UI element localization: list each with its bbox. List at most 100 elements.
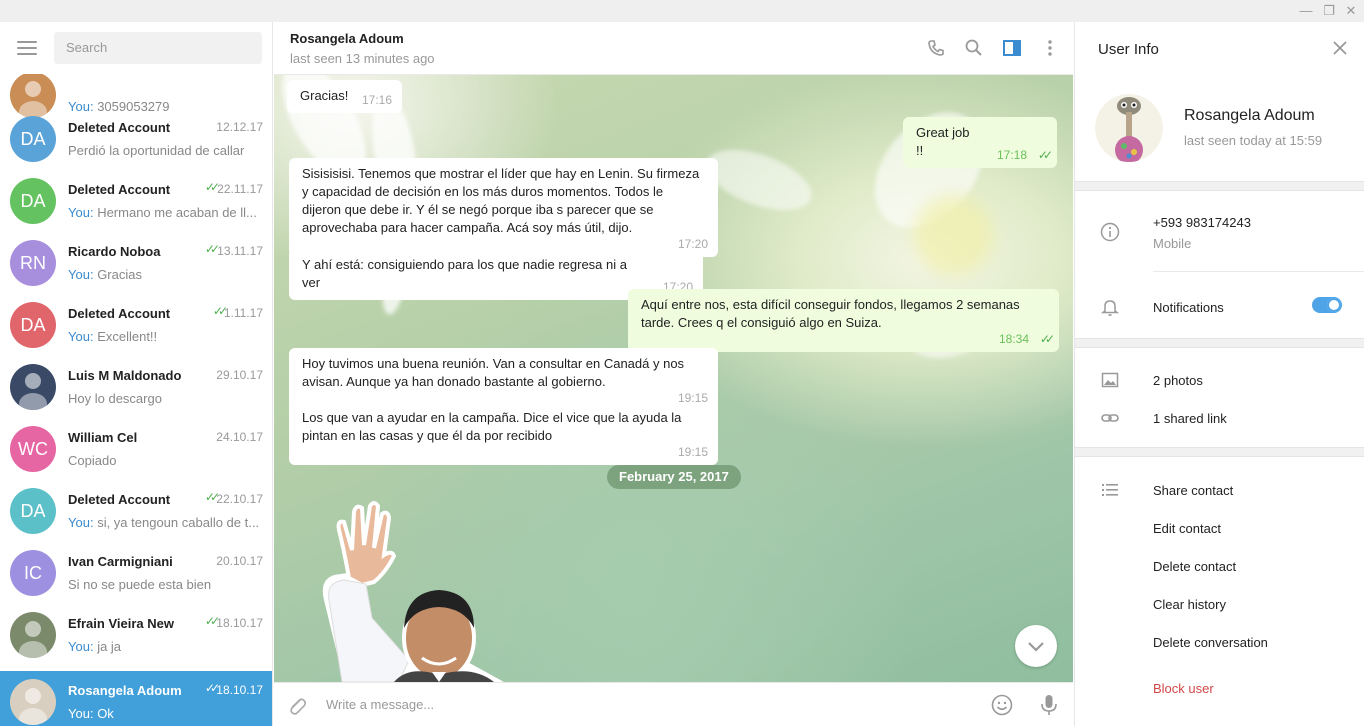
section-separator: [1075, 338, 1364, 348]
chat-preview: Hoy lo descargo: [68, 391, 263, 406]
outgoing-message[interactable]: Great job !! 17:18 ✓✓: [903, 117, 1057, 168]
preview-text: si, ya tengoun caballo de t...: [97, 515, 260, 530]
preview-text: Perdió la oportunidad de callar: [68, 143, 245, 158]
phone-type-label: Mobile: [1153, 236, 1192, 251]
message-time: 18:34: [998, 332, 1029, 346]
chat-date: 18.10.17: [216, 683, 263, 697]
scroll-down-button[interactable]: [1015, 625, 1057, 667]
restore-button[interactable]: ❐: [1321, 3, 1337, 19]
left-header: Search: [0, 22, 272, 74]
chat-list-item[interactable]: IC Ivan Carmigniani 20.10.17 Si no se puede…: [0, 542, 272, 604]
chat-name: Deleted Account: [68, 492, 171, 507]
chat-list-item[interactable]: Luis M Maldonado 29.10.17 Hoy lo descargo: [0, 356, 272, 418]
share-contact-button[interactable]: Share contact: [1153, 483, 1233, 498]
profile-name: Rosangela Adoum: [1184, 107, 1315, 124]
chat-preview: Copiado: [68, 453, 263, 468]
chat-list-item[interactable]: Rosangela Adoum 18.10.17 ✓✓ You: Ok: [0, 671, 272, 726]
list-icon: [1102, 484, 1118, 496]
chat-preview: You: si, ya tengoun caballo de t...: [68, 515, 263, 530]
shared-links[interactable]: 1 shared link: [1153, 411, 1227, 426]
photo-icon: [1101, 372, 1119, 388]
search-input[interactable]: Search: [54, 32, 262, 64]
chat-preview: You: Hermano me acaban de ll...: [68, 205, 263, 220]
chat-list-item[interactable]: DA Deleted Account 1.11.17 ✓✓ You: Excellent…: [0, 294, 272, 356]
chat-title[interactable]: Rosangela Adoum: [290, 31, 404, 46]
preview-text: Gracias: [97, 267, 142, 282]
preview-sender: You:: [68, 329, 94, 344]
chat-date: 12.12.17: [216, 120, 263, 134]
message-text: Sisisisisi. Tenemos que mostrar el líder…: [302, 166, 700, 235]
ostrich-avatar-image: [1095, 94, 1163, 162]
incoming-message[interactable]: Gracias! 17:16: [287, 80, 402, 113]
minimize-button[interactable]: —: [1298, 3, 1314, 19]
search-icon[interactable]: [964, 38, 984, 58]
close-icon: ✕: [1345, 3, 1357, 18]
message-text: Great job !!: [916, 125, 970, 158]
chat-preview: You: Excellent!!: [68, 329, 263, 344]
bell-icon: [1100, 300, 1120, 316]
avatar: [10, 612, 56, 658]
link-icon: [1101, 414, 1119, 422]
message-composer: Write a message...: [274, 682, 1073, 726]
message-text: Hoy tuvimos una buena reunión. Van a con…: [302, 356, 685, 389]
chat-name: Efrain Vieira New: [68, 616, 174, 631]
avatar: [10, 364, 56, 410]
chat-list-item[interactable]: WC William Cel 24.10.17 Copiado: [0, 418, 272, 480]
delete-contact-button[interactable]: Delete contact: [1153, 559, 1236, 574]
chat-list-item[interactable]: DA Deleted Account 22.11.17 ✓✓ You: Hermano …: [0, 170, 272, 232]
preview-sender: You:: [68, 267, 94, 282]
chevron-down-icon: [1028, 642, 1044, 652]
message-text: Aquí entre nos, esta difícil conseguir f…: [641, 297, 1020, 330]
user-info-panel: User Info Rosangela Adoum last seen toda…: [1074, 22, 1364, 726]
outgoing-message[interactable]: Aquí entre nos, esta difícil conseguir f…: [628, 289, 1059, 352]
phone-number[interactable]: +593 983174243: [1153, 215, 1251, 230]
chat-date: 20.10.17: [216, 554, 263, 568]
chat-name: Deleted Account: [68, 182, 171, 197]
shared-photos[interactable]: 2 photos: [1153, 373, 1203, 388]
chat-list-item[interactable]: RN Ricardo Noboa 13.11.17 ✓✓ You: Gracias: [0, 232, 272, 294]
section-separator: [1075, 181, 1364, 191]
avatar: [10, 679, 56, 725]
sidebar-toggle-icon[interactable]: [1002, 38, 1022, 58]
incoming-message[interactable]: Sisisisisi. Tenemos que mostrar el líder…: [289, 158, 718, 257]
preview-sender: You:: [68, 706, 94, 721]
restore-icon: ❐: [1323, 3, 1335, 18]
close-window-button[interactable]: ✕: [1343, 3, 1359, 19]
read-check-icon: ✓✓: [204, 490, 220, 504]
chat-list-item[interactable]: DA Deleted Account 12.12.17 Perdió la oport…: [0, 108, 272, 170]
incoming-message[interactable]: Los que van a ayudar en la campaña. Dice…: [289, 402, 718, 465]
notifications-label: Notifications: [1153, 300, 1224, 315]
preview-sender: You:: [68, 515, 94, 530]
message-area[interactable]: Gracias! 17:16 Great job !! 17:18 ✓✓ Sisisisi…: [274, 75, 1073, 682]
chat-preview: Perdió la oportunidad de callar: [68, 143, 263, 158]
preview-sender: You:: [68, 639, 94, 654]
read-check-icon: ✓✓: [212, 304, 228, 318]
preview-text: Si no se puede esta bien: [68, 577, 212, 592]
sticker-image[interactable]: [314, 500, 524, 682]
notifications-toggle[interactable]: [1312, 297, 1342, 313]
edit-contact-button[interactable]: Edit contact: [1153, 521, 1221, 536]
chat-name: Luis M Maldonado: [68, 368, 182, 383]
attach-icon[interactable]: [286, 695, 308, 717]
delete-conversation-button[interactable]: Delete conversation: [1153, 635, 1268, 650]
date-divider: February 25, 2017: [607, 465, 741, 489]
clear-history-button[interactable]: Clear history: [1153, 597, 1226, 612]
read-check-icon: ✓✓: [1039, 332, 1055, 346]
emoji-icon[interactable]: [991, 694, 1013, 716]
read-check-icon: ✓✓: [204, 614, 220, 628]
phone-icon[interactable]: [926, 38, 946, 58]
avatar: DA: [10, 116, 56, 162]
menu-button[interactable]: [17, 41, 37, 55]
chat-list-item[interactable]: DA Deleted Account 22.10.17 ✓✓ You: si, ya t…: [0, 480, 272, 542]
message-input[interactable]: Write a message...: [326, 697, 434, 712]
chat-list-item[interactable]: Efrain Vieira New 18.10.17 ✓✓ You: ja ja: [0, 604, 272, 666]
microphone-icon[interactable]: [1038, 693, 1060, 717]
chat-date: 13.11.17: [217, 244, 263, 258]
avatar: WC: [10, 426, 56, 472]
close-icon[interactable]: [1331, 39, 1349, 57]
more-icon[interactable]: [1040, 38, 1060, 58]
read-check-icon: ✓✓: [204, 242, 220, 256]
block-user-button[interactable]: Block user: [1153, 681, 1214, 696]
background-flower-center: [914, 195, 994, 275]
profile-avatar[interactable]: [1095, 94, 1163, 162]
